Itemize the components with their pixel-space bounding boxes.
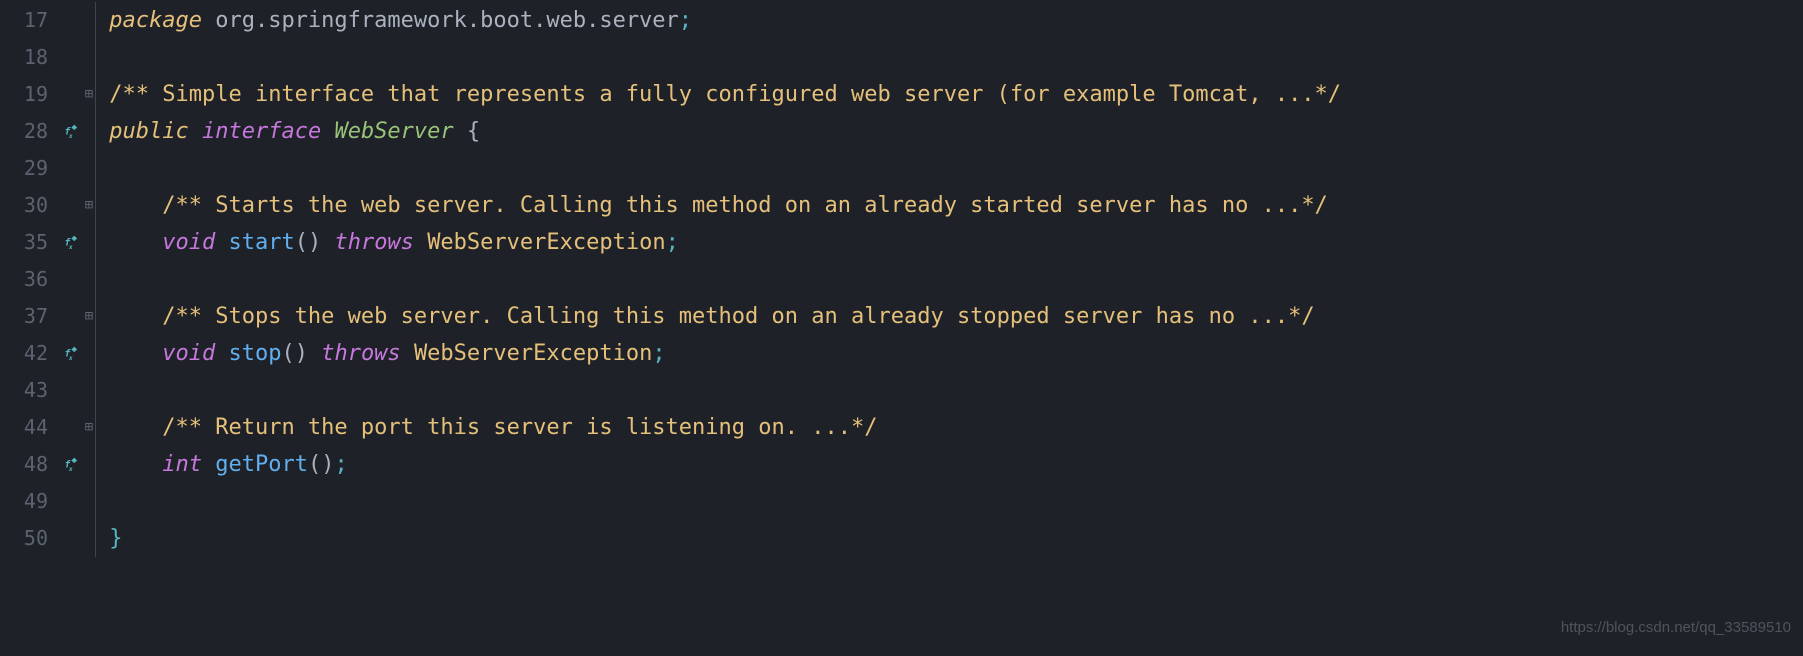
method-name: getPort — [215, 446, 308, 483]
fold-expand-icon[interactable]: ⊞ — [82, 298, 96, 335]
code-line[interactable]: ⊞ /** Simple interface that represents a… — [95, 76, 1803, 113]
svg-text:x: x — [68, 466, 73, 473]
method-name: start — [228, 224, 294, 261]
line-number: 43 — [0, 372, 48, 409]
exception-type: WebServerException — [414, 335, 652, 372]
line-number: 50 — [0, 520, 48, 557]
close-brace: } — [109, 520, 122, 557]
javadoc-comment: /** Return the port this server is liste… — [162, 409, 877, 446]
override-icon[interactable]: fx — [48, 123, 95, 141]
line-number: 29 — [0, 150, 48, 187]
parentheses: () — [295, 224, 322, 261]
semicolon: ; — [666, 224, 679, 261]
line-number: 36 — [0, 261, 48, 298]
override-icon[interactable]: fx — [48, 345, 95, 363]
method-name: stop — [228, 335, 281, 372]
line-number: 37 — [0, 298, 48, 335]
line-number: 44 — [0, 409, 48, 446]
exception-type: WebServerException — [427, 224, 665, 261]
keyword-void: void — [162, 224, 215, 261]
code-line[interactable]: ⊞ /** Starts the web server. Calling thi… — [95, 187, 1803, 224]
line-number: 17 — [0, 2, 48, 39]
code-line[interactable] — [95, 39, 1803, 76]
override-icon[interactable]: fx — [48, 456, 95, 474]
open-brace: { — [467, 113, 480, 150]
code-line[interactable]: ⊞ /** Return the port this server is lis… — [95, 409, 1803, 446]
override-icon[interactable]: fx — [48, 234, 95, 252]
keyword-throws: throws — [334, 224, 413, 261]
code-line[interactable] — [95, 150, 1803, 187]
code-line[interactable]: ⊞ /** Stops the web server. Calling this… — [95, 298, 1803, 335]
line-number: 28 — [0, 113, 48, 150]
code-line[interactable] — [95, 483, 1803, 520]
svg-text:x: x — [68, 244, 73, 251]
code-line[interactable] — [95, 372, 1803, 409]
parentheses: () — [281, 335, 308, 372]
code-line[interactable]: int getPort(); — [95, 446, 1803, 483]
line-number: 49 — [0, 483, 48, 520]
semicolon: ; — [679, 2, 692, 39]
fold-expand-icon[interactable]: ⊞ — [82, 409, 96, 446]
svg-text:x: x — [68, 355, 73, 362]
code-line[interactable]: void start() throws WebServerException; — [95, 224, 1803, 261]
code-line[interactable]: public interface WebServer { — [95, 113, 1803, 150]
line-number: 35 — [0, 224, 48, 261]
code-area[interactable]: package org.springframework.boot.web.ser… — [95, 0, 1803, 656]
fold-expand-icon[interactable]: ⊞ — [82, 187, 96, 224]
code-editor: 17 18 19 28fx 29 30 35fx 36 37 42fx 43 4… — [0, 0, 1803, 656]
keyword-void: void — [162, 335, 215, 372]
code-line[interactable] — [95, 261, 1803, 298]
line-number: 18 — [0, 39, 48, 76]
watermark-text: https://blog.csdn.net/qq_33589510 — [1561, 609, 1791, 646]
keyword-interface: interface — [202, 113, 321, 150]
javadoc-comment: /** Starts the web server. Calling this … — [162, 187, 1328, 224]
semicolon: ; — [652, 335, 665, 372]
line-number: 19 — [0, 76, 48, 113]
semicolon: ; — [334, 446, 347, 483]
gutter: 17 18 19 28fx 29 30 35fx 36 37 42fx 43 4… — [0, 0, 95, 656]
fold-expand-icon[interactable]: ⊞ — [82, 76, 96, 113]
javadoc-comment: /** Simple interface that represents a f… — [109, 76, 1341, 113]
keyword-package: package — [109, 2, 202, 39]
code-line[interactable]: void stop() throws WebServerException; — [95, 335, 1803, 372]
parentheses: () — [308, 446, 335, 483]
code-line[interactable]: } — [95, 520, 1803, 557]
package-path: org.springframework.boot.web.server — [202, 2, 679, 39]
line-number: 30 — [0, 187, 48, 224]
type-name: WebServer — [334, 113, 453, 150]
line-number: 42 — [0, 335, 48, 372]
line-number: 48 — [0, 446, 48, 483]
code-line[interactable]: package org.springframework.boot.web.ser… — [95, 2, 1803, 39]
keyword-public: public — [109, 113, 188, 150]
javadoc-comment: /** Stops the web server. Calling this m… — [162, 298, 1314, 335]
keyword-int: int — [162, 446, 202, 483]
svg-text:x: x — [68, 133, 73, 140]
keyword-throws: throws — [321, 335, 400, 372]
